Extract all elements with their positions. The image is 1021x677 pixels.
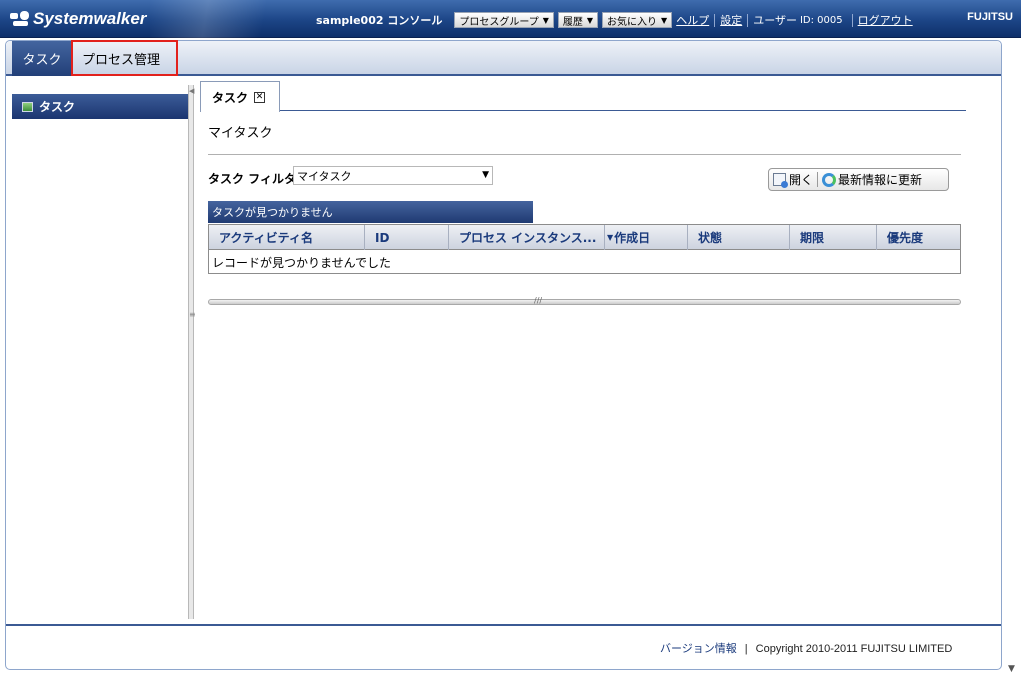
help-link[interactable]: ヘルプ (676, 12, 709, 28)
close-icon[interactable]: ✕ (254, 91, 266, 103)
history-menu[interactable]: 履歴 ▼ (557, 12, 599, 28)
sort-desc-icon: ▼ (607, 233, 614, 242)
page-title: マイタスク (208, 126, 273, 141)
task-list-icon (22, 101, 33, 112)
sidebar-item-label: タスク (39, 100, 76, 114)
open-button-label: 開く (789, 173, 814, 187)
version-info-link[interactable]: バージョン情報 (660, 643, 737, 655)
content-tab-task[interactable]: タスク ✕ (200, 81, 280, 112)
content-area: タスク ✕ マイタスク タスク フィルタ マイタスク ▼ 開く 最新情報に更新 … (196, 40, 976, 620)
column-header[interactable]: 優先度 (877, 225, 960, 250)
highlight-box (71, 40, 178, 76)
logout-link[interactable]: ログアウト (858, 12, 913, 28)
header-toolbar: sample002 コンソール プロセスグループ ▼ 履歴 ▼ お気に入り ▼ ヘルプ… (316, 11, 913, 29)
divider (851, 13, 853, 27)
grid-action-toolbar: 開く 最新情報に更新 (768, 168, 949, 191)
column-header[interactable]: プロセス インスタンス... (449, 225, 605, 250)
content-tab-underline (280, 110, 966, 111)
footer-divider (6, 624, 1001, 626)
divider (747, 13, 749, 27)
tab-task[interactable]: タスク (12, 41, 72, 76)
copyright-text: Copyright 2010-2011 FUJITSU LIMITED (755, 643, 953, 655)
process-group-menu-label: プロセスグループ (459, 16, 539, 28)
column-header[interactable]: 状態 (688, 225, 790, 250)
task-filter-value: マイタスク (297, 169, 352, 183)
panel-splitter[interactable]: ◀ ≡ (188, 85, 196, 619)
refresh-button-label: 最新情報に更新 (838, 173, 923, 187)
task-filter-select[interactable]: マイタスク ▼ (293, 166, 493, 185)
grid-caption: タスクが見つかりません (208, 201, 533, 223)
refresh-button[interactable]: 最新情報に更新 (818, 169, 926, 190)
favorites-menu-label: お気に入り (607, 16, 658, 28)
user-label: ユーザー (753, 14, 797, 27)
column-header[interactable]: 期限 (790, 225, 877, 250)
brand-logo: Systemwalker (10, 9, 146, 29)
task-grid: アクティビティ名 ID プロセス インスタンス... ▼ 作成日 状態 期限 優先… (208, 224, 961, 274)
footer-separator: | (744, 643, 748, 655)
sidebar-item-task[interactable]: タスク (12, 94, 188, 119)
grid-header-row: アクティビティ名 ID プロセス インスタンス... ▼ 作成日 状態 期限 優先… (209, 225, 960, 250)
footer: バージョン情報 | Copyright 2010-2011 FUJITSU LIMI… (660, 640, 952, 656)
console-title: sample002 コンソール (316, 14, 443, 27)
settings-link[interactable]: 設定 (720, 12, 742, 28)
task-filter-label: タスク フィルタ (208, 172, 296, 186)
chevron-down-icon: ▼ (661, 15, 668, 25)
horizontal-scrollbar[interactable]: /// (208, 296, 961, 305)
chevron-down-icon: ▼ (482, 170, 489, 180)
collapse-arrow-icon[interactable]: ◀ (189, 87, 194, 95)
divider (208, 154, 961, 155)
systemwalker-logo-icon (10, 11, 30, 27)
history-menu-label: 履歴 (562, 16, 583, 28)
user-id: ID: 0005 (799, 14, 843, 26)
top-header-bar: Systemwalker sample002 コンソール プロセスグループ ▼ 履… (0, 0, 1021, 38)
chevron-down-icon: ▼ (586, 15, 594, 25)
content-tab-label: タスク (212, 90, 249, 105)
favorites-menu[interactable]: お気に入り ▼ (602, 12, 673, 28)
brand-name: Systemwalker (33, 9, 147, 28)
column-header-label: 作成日 (614, 231, 651, 245)
table-row-empty: レコードが見つかりませんでした (212, 255, 392, 270)
open-button[interactable]: 開く (769, 169, 817, 190)
scroll-down-icon[interactable]: ▼ (1008, 664, 1015, 674)
divider (714, 13, 716, 27)
refresh-icon (822, 172, 837, 187)
chevron-down-icon: ▼ (542, 15, 549, 25)
column-header[interactable]: アクティビティ名 (209, 225, 365, 250)
header-decoration (150, 0, 290, 38)
splitter-grip-icon: ≡ (189, 310, 196, 319)
open-document-icon (773, 173, 788, 188)
sidebar: タスク (12, 94, 188, 620)
process-group-menu[interactable]: プロセスグループ ▼ (454, 12, 554, 28)
column-header[interactable]: ID (365, 225, 449, 250)
scroll-grip-icon: /// (534, 296, 543, 305)
fujitsu-logo: FUJITSU (967, 11, 1013, 23)
column-header-sorted[interactable]: ▼ 作成日 (605, 225, 688, 250)
